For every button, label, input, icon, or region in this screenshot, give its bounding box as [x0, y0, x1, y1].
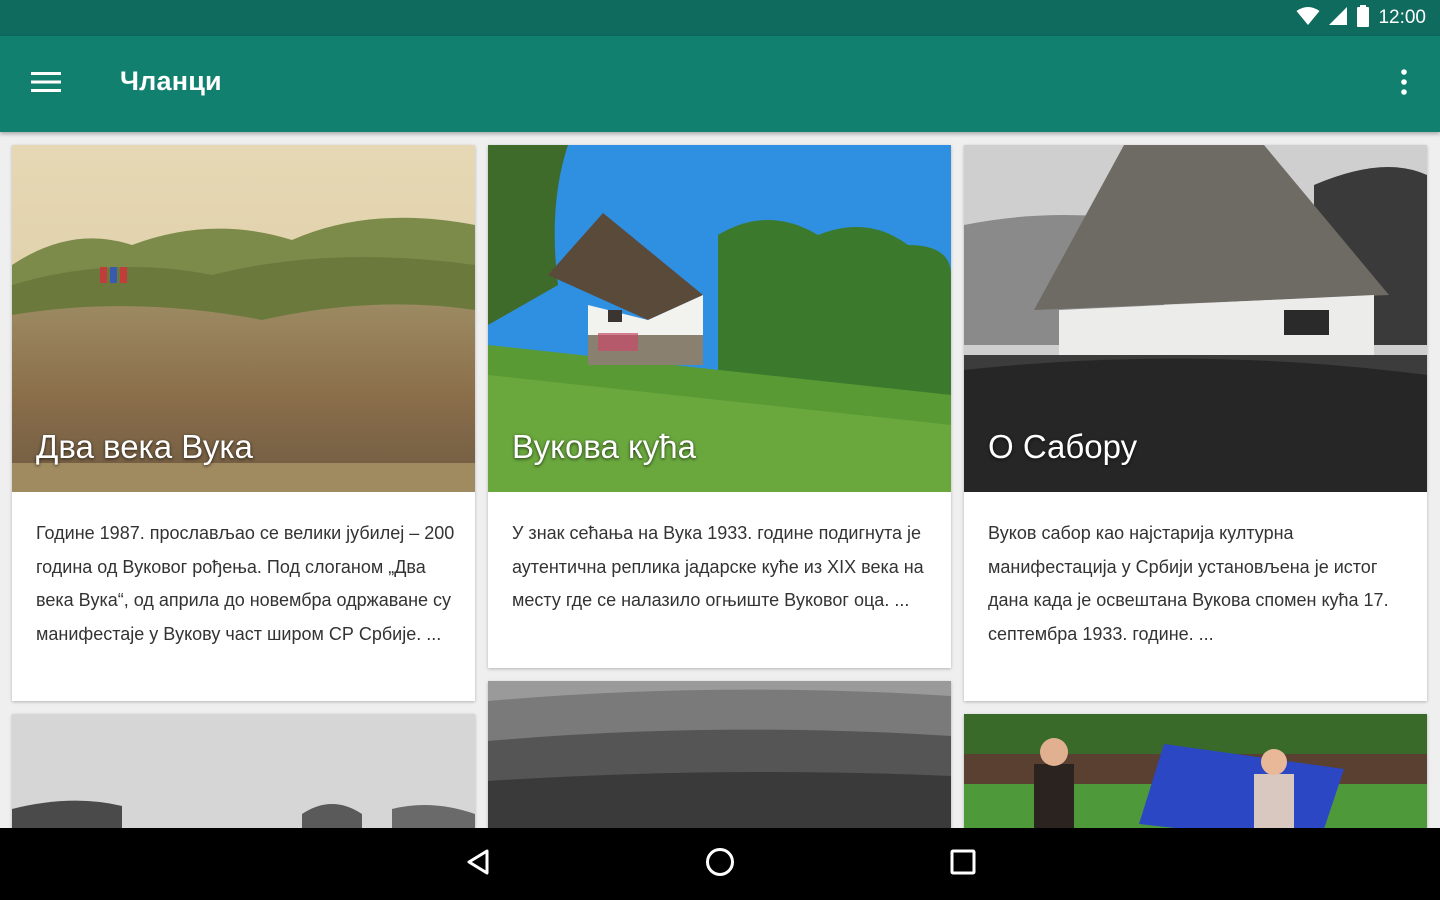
article-card[interactable]: Вукова кућа У знак сећања на Вука 1933. …: [488, 145, 951, 668]
status-bar: 12:00: [0, 0, 1440, 36]
signal-icon: [1328, 6, 1348, 31]
home-icon: [705, 847, 735, 882]
article-card[interactable]: [488, 681, 951, 828]
recents-icon: [950, 849, 976, 880]
article-card[interactable]: Два века Вука Године 1987. прослављао се…: [12, 145, 475, 701]
clock: 12:00: [1378, 7, 1426, 28]
article-excerpt: Вуков сабор као најстарија културна мани…: [988, 523, 1389, 644]
overflow-menu-button[interactable]: [1388, 64, 1420, 104]
article-excerpt: У знак сећања на Вука 1933. године подиг…: [512, 523, 924, 610]
navigation-bar: [0, 828, 1440, 900]
article-image: Два века Вука: [12, 145, 475, 492]
article-image: О Сабору: [964, 145, 1427, 492]
home-button[interactable]: [696, 840, 744, 888]
menu-button[interactable]: [22, 64, 70, 104]
recents-button[interactable]: [939, 840, 987, 888]
article-image: [12, 714, 475, 828]
battery-icon: [1356, 4, 1370, 32]
article-title: О Сабору: [988, 428, 1138, 465]
articles-grid: Два века Вука Године 1987. прослављао се…: [0, 132, 1440, 828]
back-button[interactable]: [454, 840, 502, 888]
article-title: Два века Вука: [36, 428, 253, 465]
more-vert-icon: [1401, 68, 1407, 100]
app-bar: Чланци: [0, 36, 1440, 132]
article-card[interactable]: [964, 714, 1427, 828]
article-card[interactable]: О Сабору Вуков сабор као најстарија култ…: [964, 145, 1427, 701]
article-excerpt: Године 1987. прослављао се велики јубиле…: [36, 523, 455, 644]
article-image: [488, 681, 951, 828]
article-card[interactable]: [12, 714, 475, 828]
wifi-icon: [1296, 6, 1320, 31]
page-title: Чланци: [120, 66, 222, 96]
article-image: Вукова кућа: [488, 145, 951, 492]
menu-icon: [31, 71, 61, 98]
back-icon: [465, 848, 491, 881]
article-image: [964, 714, 1427, 828]
article-title: Вукова кућа: [512, 428, 696, 465]
